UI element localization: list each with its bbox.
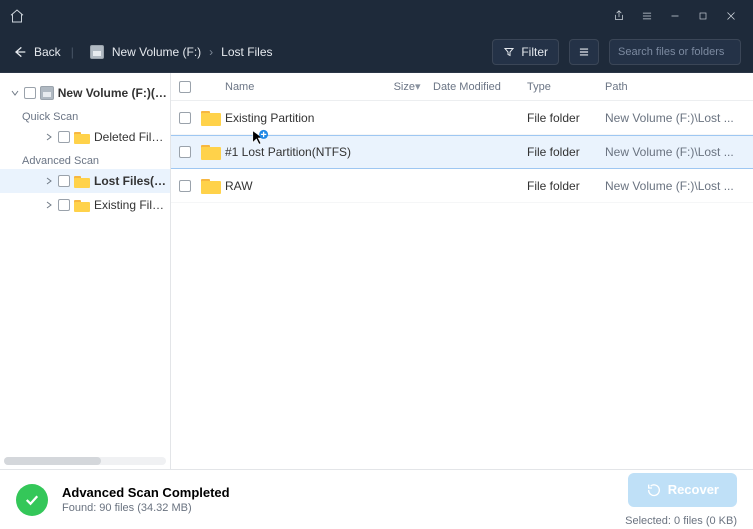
share-icon[interactable] bbox=[605, 0, 633, 31]
checkbox[interactable] bbox=[58, 199, 70, 211]
checkbox-all[interactable] bbox=[179, 81, 191, 93]
maximize-button[interactable] bbox=[689, 0, 717, 31]
recover-button[interactable]: Recover bbox=[628, 473, 737, 507]
chevron-right-icon[interactable] bbox=[44, 176, 54, 186]
chevron-down-icon[interactable] bbox=[10, 88, 20, 98]
cell-path: New Volume (F:)\Lost ... bbox=[605, 111, 745, 125]
sidebar-root-label: New Volume (F:)(90) bbox=[58, 86, 170, 100]
status-subtitle: Found: 90 files (34.32 MB) bbox=[62, 502, 230, 514]
checkbox[interactable] bbox=[179, 112, 191, 124]
filter-button[interactable]: Filter bbox=[492, 39, 559, 65]
sort-indicator-icon: ▾ bbox=[415, 80, 433, 93]
sidebar-item-existing[interactable]: Existing Files... bbox=[0, 193, 170, 217]
cell-path: New Volume (F:)\Lost ... bbox=[605, 179, 745, 193]
drive-icon bbox=[40, 86, 54, 100]
back-button[interactable]: Back bbox=[12, 44, 61, 60]
breadcrumb-lostfiles[interactable]: Lost Files bbox=[221, 45, 272, 59]
chevron-right-icon: › bbox=[209, 45, 213, 59]
col-date[interactable]: Date Modified bbox=[433, 81, 527, 93]
cell-type: File folder bbox=[527, 111, 605, 125]
titlebar bbox=[0, 0, 753, 31]
checkbox[interactable] bbox=[58, 131, 70, 143]
sidebar-item-label: Existing Files... bbox=[94, 198, 170, 212]
checkbox[interactable] bbox=[58, 175, 70, 187]
back-label: Back bbox=[34, 45, 61, 59]
folder-icon bbox=[74, 131, 90, 144]
breadcrumb-drive[interactable]: New Volume (F:) bbox=[112, 45, 201, 59]
toolbar: Back | New Volume (F:) › Lost Files Filt… bbox=[0, 31, 753, 73]
col-size[interactable]: Size bbox=[365, 81, 415, 93]
cell-name: #1 Lost Partition(NTFS) bbox=[225, 145, 365, 159]
folder-icon bbox=[74, 199, 90, 212]
sidebar-root[interactable]: New Volume (F:)(90) bbox=[0, 81, 170, 105]
breadcrumb: New Volume (F:) › Lost Files bbox=[90, 45, 273, 59]
checkbox[interactable] bbox=[24, 87, 36, 99]
status-success-icon bbox=[16, 484, 48, 516]
close-button[interactable] bbox=[717, 0, 745, 31]
cell-path: New Volume (F:)\Lost ... bbox=[605, 145, 745, 159]
list-item[interactable]: Existing Partition File folder New Volum… bbox=[171, 101, 753, 135]
sidebar: New Volume (F:)(90) Quick Scan Deleted F… bbox=[0, 73, 171, 469]
checkbox[interactable] bbox=[179, 146, 191, 158]
file-list: Name Size ▾ Date Modified Type Path Exis… bbox=[171, 73, 753, 469]
minimize-button[interactable] bbox=[661, 0, 689, 31]
list-header: Name Size ▾ Date Modified Type Path bbox=[171, 73, 753, 101]
sidebar-item-label: Deleted Files... bbox=[94, 130, 170, 144]
col-name[interactable]: Name bbox=[225, 81, 365, 93]
chevron-right-icon[interactable] bbox=[44, 200, 54, 210]
list-item[interactable]: #1 Lost Partition(NTFS) File folder New … bbox=[171, 135, 753, 169]
sidebar-item-label: Lost Files(54) bbox=[94, 174, 170, 188]
selected-info: Selected: 0 files (0 KB) bbox=[625, 515, 737, 527]
drive-icon bbox=[90, 45, 104, 59]
list-item[interactable]: RAW File folder New Volume (F:)\Lost ... bbox=[171, 169, 753, 203]
search-box[interactable] bbox=[609, 39, 741, 65]
search-input[interactable] bbox=[618, 46, 753, 58]
cell-name: Existing Partition bbox=[225, 111, 365, 125]
status-title: Advanced Scan Completed bbox=[62, 485, 230, 500]
sidebar-item-deleted[interactable]: Deleted Files... bbox=[0, 125, 170, 149]
col-type[interactable]: Type bbox=[527, 81, 605, 93]
view-toggle-button[interactable] bbox=[569, 39, 599, 65]
sidebar-item-lostfiles[interactable]: Lost Files(54) bbox=[0, 169, 170, 193]
cell-type: File folder bbox=[527, 179, 605, 193]
chevron-right-icon[interactable] bbox=[44, 132, 54, 142]
folder-icon bbox=[74, 175, 90, 188]
cell-name: RAW bbox=[225, 179, 365, 193]
sidebar-hscrollbar[interactable] bbox=[4, 457, 166, 465]
footer: Advanced Scan Completed Found: 90 files … bbox=[0, 469, 753, 529]
sidebar-section-advancedscan: Advanced Scan bbox=[0, 155, 170, 167]
recover-label: Recover bbox=[668, 482, 719, 497]
checkbox[interactable] bbox=[179, 180, 191, 192]
home-icon[interactable] bbox=[8, 7, 26, 25]
col-path[interactable]: Path bbox=[605, 81, 745, 93]
filter-label: Filter bbox=[521, 45, 548, 59]
menu-icon[interactable] bbox=[633, 0, 661, 31]
folder-icon bbox=[201, 178, 221, 194]
cell-type: File folder bbox=[527, 145, 605, 159]
sidebar-section-quickscan: Quick Scan bbox=[0, 111, 170, 123]
folder-icon bbox=[201, 110, 221, 126]
folder-icon bbox=[201, 144, 221, 160]
